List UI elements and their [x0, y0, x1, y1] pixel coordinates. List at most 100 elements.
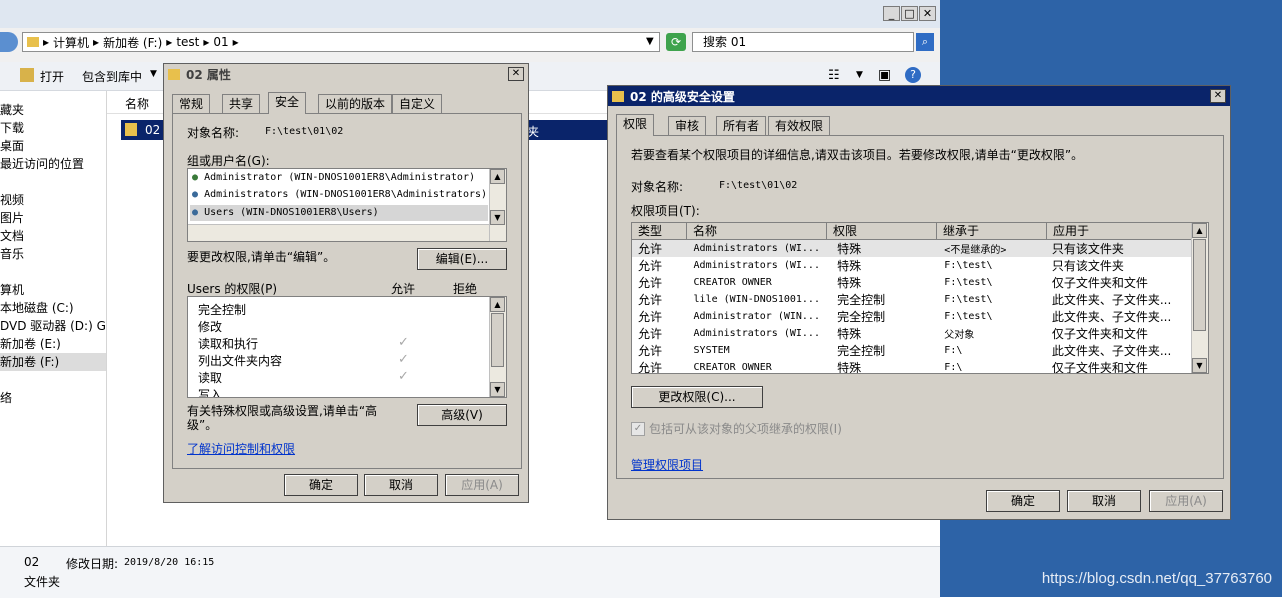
nav-item[interactable]: 本地磁盘 (C:)	[0, 299, 106, 317]
learn-access-control-link[interactable]: 了解访问控制和权限	[187, 440, 295, 457]
inherit-checkbox[interactable]: ✓	[631, 422, 645, 436]
scroll-down-arrow[interactable]: ▼	[490, 382, 505, 397]
ok-button[interactable]: 确定	[986, 490, 1060, 512]
manage-permission-entries-link[interactable]: 管理权限项目	[631, 456, 703, 473]
entry-type: 允许	[638, 293, 663, 307]
nav-item-selected[interactable]: 新加卷 (F:)	[0, 353, 106, 371]
chevron-down-icon[interactable]: ▼	[646, 36, 654, 47]
breadcrumb-computer[interactable]: 计算机	[53, 34, 89, 51]
permission-entry[interactable]: 允许 CREATOR OWNER 特殊 F:\test\ 仅子文件夹和文件	[632, 274, 1194, 291]
edit-button[interactable]: 编辑(E)...	[417, 248, 507, 270]
nav-item[interactable]: 桌面	[0, 137, 106, 155]
column-name-header[interactable]: 名称	[125, 95, 149, 112]
scroll-down-arrow[interactable]: ▼	[490, 210, 505, 225]
close-button[interactable]: ✕	[508, 67, 524, 81]
permission-entry[interactable]: 允许 lile (WIN-DNOS1001... 完全控制 F:\test\ 此文件夹、…	[632, 291, 1194, 308]
chevron-down-icon[interactable]: ▼	[150, 69, 157, 79]
nav-item[interactable]: 音乐	[0, 245, 106, 263]
close-button[interactable]: ✕	[1210, 89, 1226, 103]
apply-button[interactable]: 应用(A)	[1149, 490, 1223, 512]
minimize-button[interactable]: _	[883, 6, 900, 21]
back-button[interactable]	[0, 32, 18, 52]
open-button[interactable]: 打开	[40, 68, 64, 85]
nav-item[interactable]: 最近访问的位置	[0, 155, 106, 173]
tab-permissions[interactable]: 权限	[616, 114, 655, 136]
search-input[interactable]: 搜索 01	[692, 32, 914, 52]
address-bar[interactable]: ▸ 计算机 ▸ 新加卷 (F:) ▸ test ▸ 01 ▸	[22, 32, 660, 52]
entry-permission: 完全控制	[837, 293, 886, 307]
permissions-listbox[interactable]: 完全控制 修改 读取和执行 列出文件夹内容 读取 写入 ✓ ✓ ✓ ▲ ▼	[187, 296, 507, 398]
chevron-down-icon[interactable]: ▼	[856, 70, 863, 80]
column-type-header[interactable]: 类型	[632, 223, 687, 239]
refresh-icon[interactable]: ⟳	[666, 33, 686, 51]
column-applies-header[interactable]: 应用于	[1047, 223, 1194, 239]
view-options-icon[interactable]: ☷	[828, 68, 840, 83]
include-in-library-button[interactable]: 包含到库中	[82, 68, 142, 85]
permission-entry[interactable]: 允许 Administrators (WI... 特殊 F:\test\ 只有该文件夹	[632, 257, 1194, 274]
tab-sharing[interactable]: 共享	[222, 94, 261, 113]
tab-security[interactable]: 安全	[268, 92, 307, 114]
advanced-title: 02 的高级安全设置	[630, 89, 735, 104]
horizontal-scrollbar[interactable]	[188, 224, 490, 241]
permission-entry[interactable]: 允许 Administrator (WIN... 完全控制 F:\test\ 此文件夹、…	[632, 308, 1194, 325]
nav-item[interactable]: DVD 驱动器 (D:) GR	[0, 317, 114, 335]
nav-item[interactable]: 视频	[0, 191, 106, 209]
chevron-right-icon: ▸	[203, 35, 210, 49]
vertical-scrollbar[interactable]: ▲ ▼	[489, 297, 506, 397]
breadcrumb-test[interactable]: test	[176, 35, 199, 49]
group-name: Administrator (WIN-DNOS1001ER8\Administr…	[204, 172, 475, 183]
scroll-up-arrow[interactable]: ▲	[490, 297, 505, 312]
help-icon[interactable]: ?	[905, 67, 921, 83]
nav-item[interactable]: 下载	[0, 119, 106, 137]
permission-entry[interactable]: 允许 Administrators (WI... 特殊 父对象 仅子文件夹和文件	[632, 325, 1194, 342]
vertical-scrollbar[interactable]: ▲ ▼	[489, 169, 506, 241]
tab-previous-versions[interactable]: 以前的版本	[318, 94, 393, 113]
search-icon[interactable]: ⌕	[916, 33, 934, 51]
vertical-scrollbar[interactable]: ▲ ▼	[1191, 223, 1208, 373]
permission-row: 读取	[198, 371, 223, 385]
apply-button[interactable]: 应用(A)	[445, 474, 519, 496]
entry-name: SYSTEM	[693, 345, 730, 356]
tab-auditing[interactable]: 审核	[668, 116, 707, 135]
nav-item[interactable]: 络	[0, 389, 106, 407]
column-permission-header[interactable]: 权限	[827, 223, 937, 239]
list-item[interactable]: ● Administrator (WIN-DNOS1001ER8\Adminis…	[192, 172, 475, 183]
preview-pane-icon[interactable]: ▣	[878, 67, 891, 83]
maximize-button[interactable]: □	[901, 6, 918, 21]
nav-item[interactable]: 藏夹	[0, 101, 106, 119]
nav-item[interactable]: 算机	[0, 281, 106, 299]
nav-item[interactable]: 图片	[0, 209, 106, 227]
scroll-thumb[interactable]	[491, 313, 504, 367]
column-name-header[interactable]: 名称	[687, 223, 827, 239]
permission-entry-selected[interactable]: 允许 Administrators (WI... 特殊 <不是继承的> 只有该文件夹	[632, 240, 1194, 257]
group-listbox[interactable]: ● Administrator (WIN-DNOS1001ER8\Adminis…	[187, 168, 507, 242]
advanced-button[interactable]: 高级(V)	[417, 404, 507, 426]
ok-button[interactable]: 确定	[284, 474, 358, 496]
tab-effective-permissions[interactable]: 有效权限	[768, 116, 831, 135]
scroll-down-arrow[interactable]: ▼	[1192, 358, 1207, 373]
list-item[interactable]: ● Administrators (WIN-DNOS1001ER8\Admini…	[192, 189, 487, 200]
column-inherited-header[interactable]: 继承于	[937, 223, 1047, 239]
scroll-up-arrow[interactable]: ▲	[490, 169, 505, 184]
tab-general[interactable]: 常规	[172, 94, 211, 113]
entry-inherited: F:\test\	[944, 260, 993, 271]
change-permissions-button[interactable]: 更改权限(C)...	[631, 386, 763, 408]
list-item-selected[interactable]: ● Users (WIN-DNOS1001ER8\Users)	[190, 205, 488, 221]
breadcrumb-01[interactable]: 01	[213, 35, 228, 49]
permission-entry[interactable]: 允许 CREATOR OWNER 特殊 F:\ 仅子文件夹和文件	[632, 359, 1194, 373]
close-button[interactable]: ✕	[919, 6, 936, 21]
cancel-button[interactable]: 取消	[1067, 490, 1141, 512]
breadcrumb-drive[interactable]: 新加卷 (F:)	[103, 34, 162, 51]
nav-item[interactable]: 新加卷 (E:)	[0, 335, 106, 353]
details-pane: 02 修改日期: 2019/8/20 16:15 文件夹	[0, 546, 940, 598]
entries-table: 允许 Administrators (WI... 特殊 <不是继承的> 只有该文件夹 允许…	[632, 240, 1194, 373]
tab-customize[interactable]: 自定义	[392, 94, 443, 113]
permission-entries-list[interactable]: 类型 名称 权限 继承于 应用于 允许 Administrators (WI...…	[631, 222, 1209, 374]
scroll-up-arrow[interactable]: ▲	[1192, 223, 1207, 238]
tab-owner[interactable]: 所有者	[716, 116, 767, 135]
scroll-thumb[interactable]	[1193, 239, 1206, 331]
permission-entry[interactable]: 允许 SYSTEM 完全控制 F:\ 此文件夹、子文件夹...	[632, 342, 1194, 359]
cancel-button[interactable]: 取消	[364, 474, 438, 496]
nav-item[interactable]: 文档	[0, 227, 106, 245]
entry-permission: 特殊	[837, 327, 862, 341]
